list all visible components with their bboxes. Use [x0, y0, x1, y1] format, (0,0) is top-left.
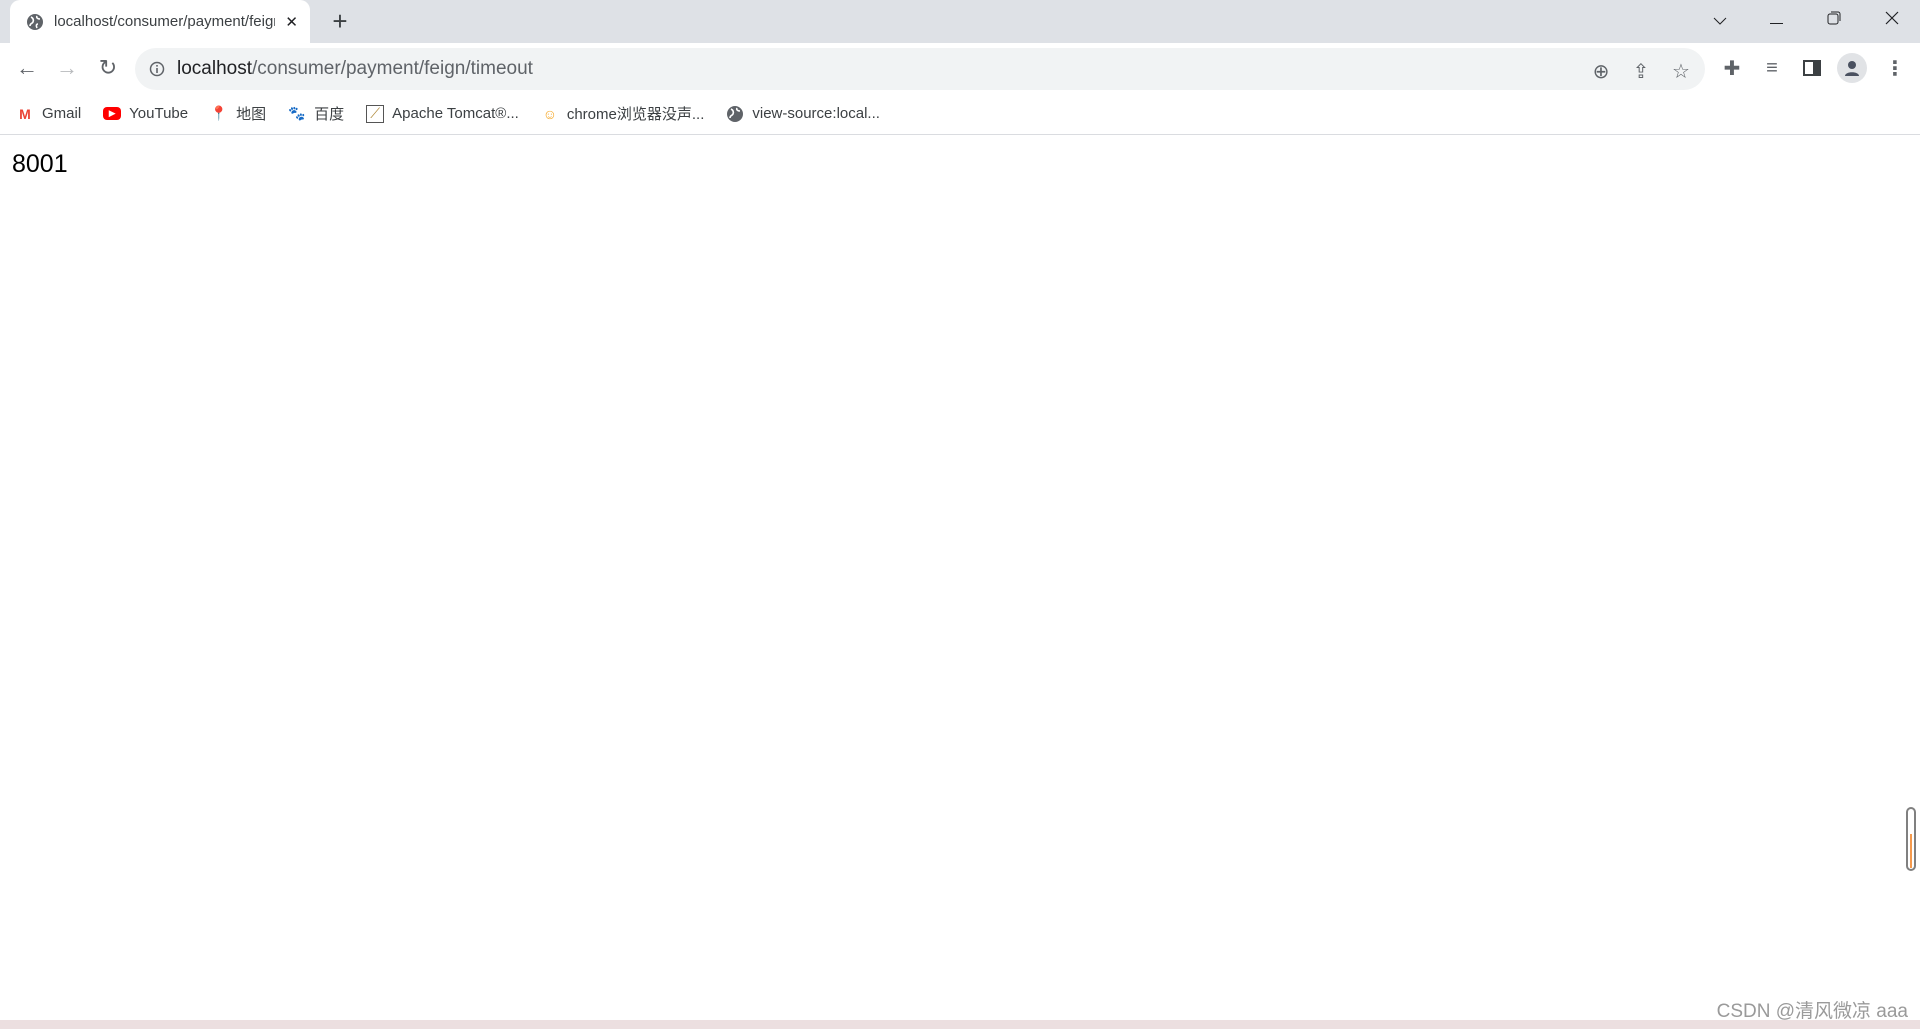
bookmark-label: 百度	[314, 106, 345, 123]
bookmark-gmail[interactable]: M Gmail	[16, 105, 81, 123]
bookmarks-bar: M Gmail ▶ YouTube 📍 地图 🐾 百度 ⟋ Apache Tomcat®.…	[0, 93, 1920, 135]
scroll-indicator-fill	[1910, 834, 1912, 868]
gmail-icon: M	[19, 105, 31, 122]
new-tab-button[interactable]: +	[326, 8, 354, 36]
tab-strip: localhost/consumer/payment/feign/timeout…	[0, 0, 1920, 43]
side-panel-icon[interactable]	[1797, 53, 1827, 83]
globe-icon	[26, 13, 44, 31]
reload-icon: ↻	[98, 55, 118, 80]
maps-icon: 📍	[210, 105, 228, 121]
bookmark-label: YouTube	[129, 105, 189, 122]
bookmark-star-icon[interactable]: ☆	[1668, 58, 1694, 84]
extensions-icon[interactable]: ✚	[1717, 53, 1747, 83]
bookmark-tomcat[interactable]: ⟋ Apache Tomcat®...	[366, 104, 519, 123]
arrow-right-icon: →	[56, 55, 78, 80]
bookmark-baidu[interactable]: 🐾 百度	[288, 103, 344, 124]
close-window-button[interactable]	[1864, 0, 1920, 38]
info-icon[interactable]	[149, 61, 165, 77]
scroll-indicator[interactable]	[1906, 807, 1916, 871]
profile-avatar-icon[interactable]	[1837, 53, 1867, 83]
youtube-icon: ▶	[103, 107, 122, 120]
bookmark-chrome-sound[interactable]: ☺ chrome浏览器没声...	[541, 103, 705, 124]
baidu-icon: 🐾	[288, 105, 306, 121]
watermark: CSDN @清风微凉 aaa	[1716, 1001, 1908, 1022]
bookmark-label: Apache Tomcat®...	[392, 105, 519, 122]
minimize-button[interactable]	[1748, 0, 1804, 38]
taskbar-edge	[0, 1020, 1920, 1029]
media-control-icon[interactable]: ≡	[1757, 53, 1787, 83]
zoom-icon[interactable]: ⊕	[1588, 58, 1614, 84]
forward-button[interactable]: →	[52, 53, 82, 83]
minimize-icon	[1769, 9, 1783, 30]
browser-tab[interactable]: localhost/consumer/payment/feign/timeout…	[10, 0, 310, 43]
share-icon[interactable]: ⇪	[1628, 58, 1654, 84]
bookmark-label: Gmail	[42, 105, 82, 122]
globe-icon	[726, 105, 744, 123]
close-icon	[1885, 9, 1899, 30]
reload-button[interactable]: ↻	[93, 53, 123, 83]
restore-button[interactable]	[1806, 0, 1862, 38]
url-path: /consumer/payment/feign/timeout	[252, 58, 533, 79]
back-button[interactable]: ←	[12, 53, 42, 83]
bookmark-maps[interactable]: 📍 地图	[210, 103, 266, 124]
tomcat-icon: ⟋	[366, 104, 385, 123]
bookmark-view-source[interactable]: view-source:local...	[726, 105, 880, 123]
tab-title: localhost/consumer/payment/feign/timeout	[54, 13, 275, 30]
bookmark-youtube[interactable]: ▶ YouTube	[103, 105, 188, 122]
tab-search-button[interactable]	[1692, 0, 1748, 38]
page-body-text: 8001	[12, 150, 68, 178]
menu-kebab-icon[interactable]: ⋮	[1880, 53, 1910, 83]
address-bar[interactable]: localhost/consumer/payment/feign/timeout…	[135, 48, 1705, 90]
bookmark-label: view-source:local...	[752, 105, 880, 122]
arrow-left-icon: ←	[16, 55, 38, 80]
tab-close-icon[interactable]: ✕	[285, 13, 298, 31]
url-host: localhost	[177, 58, 252, 79]
bookmark-label: chrome浏览器没声...	[566, 106, 705, 123]
bookmark-label: 地图	[236, 106, 267, 123]
restore-icon	[1827, 9, 1841, 30]
toolbar: ← → ↻ localhost/consumer/payment/feign/t…	[0, 43, 1920, 93]
smiley-icon: ☺	[542, 105, 557, 122]
url-text[interactable]: localhost/consumer/payment/feign/timeout	[177, 58, 533, 80]
chevron-down-icon	[1713, 9, 1727, 30]
